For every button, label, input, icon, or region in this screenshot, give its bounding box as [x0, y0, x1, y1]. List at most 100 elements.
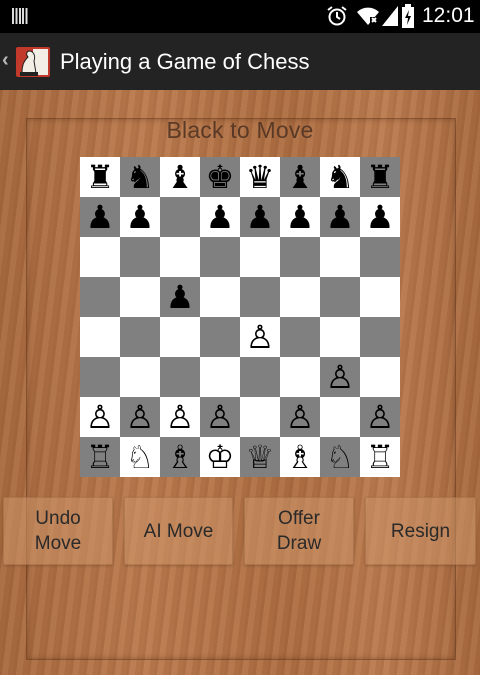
- square-c3[interactable]: [160, 357, 200, 397]
- square-b5[interactable]: [120, 277, 160, 317]
- resign-button[interactable]: Resign: [365, 497, 476, 565]
- square-d6[interactable]: [200, 237, 240, 277]
- square-e1[interactable]: ♕: [240, 437, 280, 477]
- chess-piece[interactable]: ♙: [326, 357, 355, 397]
- square-a5[interactable]: [80, 277, 120, 317]
- chess-piece[interactable]: ♖: [86, 437, 115, 477]
- chess-piece[interactable]: ♘: [326, 437, 355, 477]
- square-c2[interactable]: ♙: [160, 397, 200, 437]
- square-g3[interactable]: ♙: [320, 357, 360, 397]
- square-c6[interactable]: [160, 237, 200, 277]
- chess-piece[interactable]: ♙: [246, 317, 275, 357]
- square-d8[interactable]: ♚: [200, 157, 240, 197]
- square-g8[interactable]: ♞: [320, 157, 360, 197]
- square-h7[interactable]: ♟: [360, 197, 400, 237]
- square-d1[interactable]: ♔: [200, 437, 240, 477]
- square-f4[interactable]: [280, 317, 320, 357]
- chess-piece[interactable]: ♚: [206, 157, 235, 197]
- chess-piece[interactable]: ♜: [366, 157, 395, 197]
- chess-piece[interactable]: ♝: [286, 157, 315, 197]
- chess-piece[interactable]: ♙: [126, 397, 155, 437]
- square-c4[interactable]: [160, 317, 200, 357]
- square-f6[interactable]: [280, 237, 320, 277]
- square-b4[interactable]: [120, 317, 160, 357]
- square-h5[interactable]: [360, 277, 400, 317]
- square-h8[interactable]: ♜: [360, 157, 400, 197]
- chess-piece[interactable]: ♟: [126, 197, 155, 237]
- square-b7[interactable]: ♟: [120, 197, 160, 237]
- chess-piece[interactable]: ♟: [286, 197, 315, 237]
- chess-piece[interactable]: ♟: [326, 197, 355, 237]
- square-f2[interactable]: ♙: [280, 397, 320, 437]
- square-e8[interactable]: ♛: [240, 157, 280, 197]
- square-a6[interactable]: [80, 237, 120, 277]
- square-d4[interactable]: [200, 317, 240, 357]
- square-e3[interactable]: [240, 357, 280, 397]
- chess-piece[interactable]: ♙: [286, 397, 315, 437]
- square-d5[interactable]: [200, 277, 240, 317]
- chess-piece[interactable]: ♞: [126, 157, 155, 197]
- ai-move-button[interactable]: AI Move: [124, 497, 233, 565]
- square-f3[interactable]: [280, 357, 320, 397]
- square-g2[interactable]: [320, 397, 360, 437]
- square-f5[interactable]: [280, 277, 320, 317]
- chess-piece[interactable]: ♜: [86, 157, 115, 197]
- square-a2[interactable]: ♙: [80, 397, 120, 437]
- chess-piece[interactable]: ♖: [366, 437, 395, 477]
- square-a4[interactable]: [80, 317, 120, 357]
- square-f7[interactable]: ♟: [280, 197, 320, 237]
- square-h1[interactable]: ♖: [360, 437, 400, 477]
- square-g1[interactable]: ♘: [320, 437, 360, 477]
- square-b1[interactable]: ♘: [120, 437, 160, 477]
- chess-piece[interactable]: ♙: [366, 397, 395, 437]
- square-d2[interactable]: ♙: [200, 397, 240, 437]
- chess-piece[interactable]: ♞: [326, 157, 355, 197]
- square-c7[interactable]: [160, 197, 200, 237]
- square-h4[interactable]: [360, 317, 400, 357]
- square-b2[interactable]: ♙: [120, 397, 160, 437]
- square-a3[interactable]: [80, 357, 120, 397]
- square-d7[interactable]: ♟: [200, 197, 240, 237]
- square-h6[interactable]: [360, 237, 400, 277]
- chess-piece[interactable]: ♘: [126, 437, 155, 477]
- chess-piece[interactable]: ♙: [166, 397, 195, 437]
- square-c8[interactable]: ♝: [160, 157, 200, 197]
- square-f8[interactable]: ♝: [280, 157, 320, 197]
- chess-piece[interactable]: ♙: [86, 397, 115, 437]
- square-b8[interactable]: ♞: [120, 157, 160, 197]
- chess-piece[interactable]: ♗: [286, 437, 315, 477]
- chess-piece[interactable]: ♝: [166, 157, 195, 197]
- chess-piece[interactable]: ♕: [246, 437, 275, 477]
- square-g7[interactable]: ♟: [320, 197, 360, 237]
- square-e7[interactable]: ♟: [240, 197, 280, 237]
- square-d3[interactable]: [200, 357, 240, 397]
- square-a8[interactable]: ♜: [80, 157, 120, 197]
- chess-piece[interactable]: ♗: [166, 437, 195, 477]
- chess-piece[interactable]: ♔: [206, 437, 235, 477]
- chess-piece[interactable]: ♟: [246, 197, 275, 237]
- square-a7[interactable]: ♟: [80, 197, 120, 237]
- chess-piece[interactable]: ♟: [166, 277, 195, 317]
- chess-piece[interactable]: ♟: [86, 197, 115, 237]
- square-e4[interactable]: ♙: [240, 317, 280, 357]
- chess-piece[interactable]: ♛: [246, 157, 275, 197]
- square-f1[interactable]: ♗: [280, 437, 320, 477]
- app-logo-icon[interactable]: [14, 43, 52, 81]
- chess-board[interactable]: ♜ ♞ ♝ ♚ ♛ ♝ ♞ ♜ ♟ ♟ ♟ ♟ ♟ ♟ ♟ ♟ ♙ ♙ ♙ ♙ ♙ ♙ ♙ ♙ ♖ ♘ ♗ ♔ ♕ ♗ ♘ ♖: [80, 157, 400, 477]
- square-h2[interactable]: ♙: [360, 397, 400, 437]
- square-c1[interactable]: ♗: [160, 437, 200, 477]
- chess-piece[interactable]: ♙: [206, 397, 235, 437]
- square-g4[interactable]: [320, 317, 360, 357]
- square-e5[interactable]: [240, 277, 280, 317]
- square-g5[interactable]: [320, 277, 360, 317]
- chess-piece[interactable]: ♟: [206, 197, 235, 237]
- square-b6[interactable]: [120, 237, 160, 277]
- square-a1[interactable]: ♖: [80, 437, 120, 477]
- square-g6[interactable]: [320, 237, 360, 277]
- back-icon[interactable]: ‹: [2, 49, 9, 72]
- square-h3[interactable]: [360, 357, 400, 397]
- undo-move-button[interactable]: Undo Move: [3, 497, 113, 565]
- square-c5[interactable]: ♟: [160, 277, 200, 317]
- square-b3[interactable]: [120, 357, 160, 397]
- offer-draw-button[interactable]: Offer Draw: [244, 497, 354, 565]
